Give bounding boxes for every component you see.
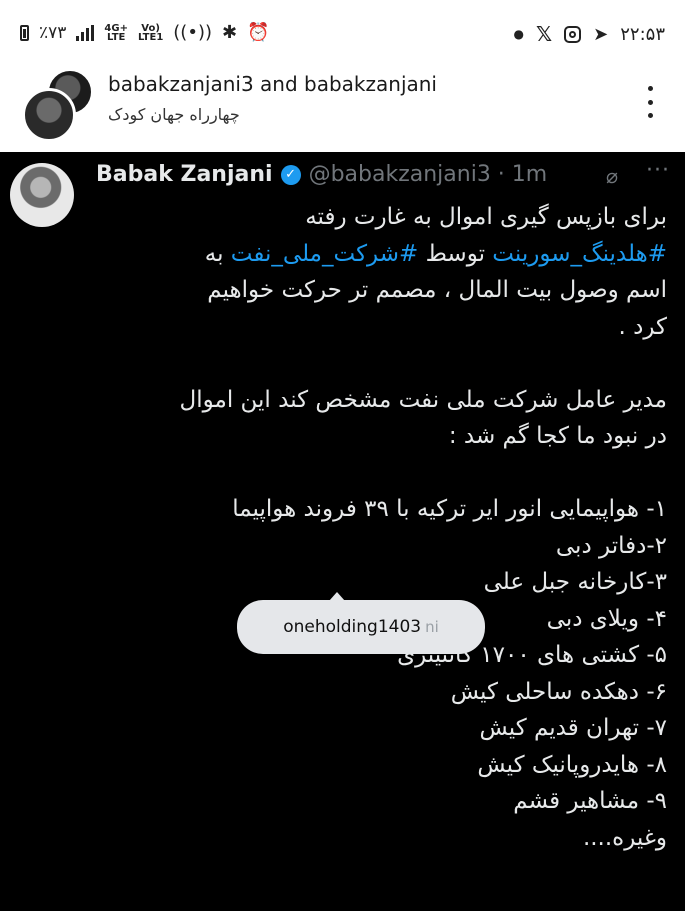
tooltip-label: oneholding1403 [283, 617, 422, 637]
tweet-line [77, 455, 667, 492]
header-subtitle: چهارراه جهان کودک [108, 105, 240, 124]
tweet-line: ۱- هواپیمایی انور ایر ترکیه با ۳۹ فروند … [232, 496, 667, 522]
more-options-icon[interactable] [645, 86, 655, 118]
clock-time: ۲۲:۵۳ [620, 23, 665, 45]
tweet-author-name[interactable]: Babak Zanjani [96, 162, 273, 187]
tweet-more-icon[interactable]: ··· [646, 158, 670, 183]
hotspot-icon: ((•)) [173, 22, 212, 43]
battery-level: ٪۷۳ [39, 22, 67, 43]
signal-icon [76, 24, 95, 41]
dot-icon: ● [513, 27, 525, 41]
volte-bottom: LTE1 [137, 31, 164, 43]
network-type: 4G+ LTE [104, 23, 128, 43]
hashtag-link[interactable]: #شرکت_ملی_نفت [231, 241, 419, 267]
tweet-line: ۸- هایدروپانیک کیش [477, 751, 667, 778]
tweet-line: برای بازپس گیری اموال به غارت رفته [305, 204, 667, 230]
bluetooth-icon: ✱ [222, 22, 238, 43]
tweet-header: Babak Zanjani ✓ @babakzanjani3 · 1m [96, 162, 547, 187]
tweet-hashtag-line: #هلدینگ_سورینت توسط #شرکت_ملی_نفت به [77, 236, 667, 273]
tweet-line: ۳-کارخانه جبل علی [483, 569, 667, 595]
alarm-icon: ⏰ [247, 22, 270, 43]
avatar-primary[interactable] [22, 88, 76, 142]
hashtag-link[interactable]: #هلدینگ_سورینت [492, 241, 667, 267]
status-bar-right: ● 𝕏 ➤ ۲۲:۵۳ [514, 22, 665, 46]
verified-badge-icon: ✓ [280, 164, 301, 185]
tweet-line: ۲-دفاتر دبی [555, 532, 667, 559]
tweet-line: کرد . [618, 313, 667, 340]
hashtag-line-middle: توسط [418, 240, 493, 267]
tweet-line [77, 345, 667, 382]
tweet-text: برای بازپس گیری اموال به غارت رفته #هلدی… [77, 199, 667, 856]
tweet-line: مدیر عامل شرکت ملی نفت مشخص کند این اموا… [179, 386, 667, 413]
username-tooltip[interactable]: oneholding1403 ni [237, 592, 485, 654]
tweet-line: اسم وصول بیت المال ، مصمم تر حرکت خواهیم [207, 277, 667, 303]
tweet-line: در نبود ما کجا گم شد : [448, 423, 667, 449]
status-bar-left: ٪۷۳ 4G+ LTE Vo) LTE1 ((•)) ✱ ⏰ [20, 22, 270, 43]
tweet-card[interactable]: Babak Zanjani ✓ @babakzanjani3 · 1m ⌀ ··… [0, 152, 685, 911]
grok-icon[interactable]: ⌀ [606, 164, 618, 188]
status-bar: ٪۷۳ 4G+ LTE Vo) LTE1 ((•)) ✱ ⏰ ● 𝕏 ➤ ۲۲:۵۳ [0, 0, 685, 62]
tweet-line: ۶- دهکده ساحلی کیش [450, 678, 667, 705]
tweet-line: ۷- تهران قدیم کیش [479, 715, 667, 741]
header-title[interactable]: babakzanjani3 and babakzanjani [108, 72, 437, 96]
tweet-handle-time[interactable]: @babakzanjani3 · 1m [309, 162, 548, 187]
battery-icon [20, 24, 29, 41]
telegram-icon: ➤ [593, 23, 609, 45]
instagram-icon [564, 25, 582, 43]
hashtag-line-tail: به [204, 240, 231, 267]
tweet-line: وغیره.... [582, 824, 667, 851]
volte-indicator: Vo) LTE1 [137, 23, 164, 43]
tweet-line: ۹- مشاهیر قشم [513, 788, 667, 814]
x-app-icon: 𝕏 [536, 22, 553, 46]
tweet-author-avatar[interactable] [10, 163, 74, 227]
tooltip-faded-text: ni [425, 618, 439, 636]
network-type-bottom: LTE [106, 31, 126, 43]
